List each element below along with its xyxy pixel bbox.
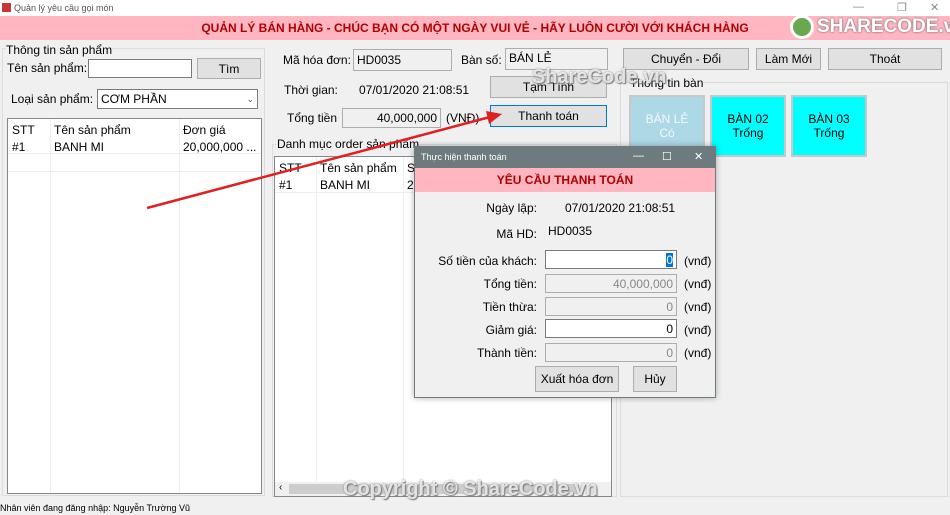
dialog-close-button[interactable]: ✕ [694,150,703,163]
dialog-header: YÊU CẦU THANH TOÁN [415,168,715,192]
customer-paid-label: Số tiền của khách: [438,254,537,268]
total-field[interactable]: 40,000,000 [545,274,677,293]
change-label: Tiền thừa: [482,300,537,314]
payment-dialog: Thực hiện thanh toán — ☐ ✕ YÊU CẦU THANH… [414,146,716,398]
invoice-code-value: HD0035 [548,224,593,238]
arrow-head [486,111,502,124]
cancel-button[interactable]: Hủy [633,366,677,392]
change-field[interactable]: 0 [545,297,677,316]
discount-label: Giảm giá: [485,323,537,337]
final-amount-label: Thành tiền: [476,346,537,360]
watermark-bottom: Copyright © ShareCode.vn [343,478,598,500]
watermark-top: ShareCode.vn [532,66,667,88]
customer-paid-value: 0 [666,252,673,267]
dialog-titlebar: Thực hiện thanh toán — ☐ ✕ [415,147,715,168]
unit-label: (vnđ) [684,277,712,291]
unit-label: (vnđ) [684,254,712,268]
unit-label: (vnđ) [684,346,712,360]
dialog-minimize-button[interactable]: — [633,150,644,162]
unit-label: (vnđ) [684,300,712,314]
total-label: Tổng tiền: [483,277,537,291]
dialog-title: Thực hiện thanh toán [421,152,507,162]
unit-label: (vnđ) [684,323,712,337]
customer-paid-input[interactable]: 0 [545,250,677,269]
discount-input[interactable]: 0 [545,319,677,338]
dialog-maximize-button[interactable]: ☐ [662,150,672,163]
invoice-code-label: Mã HD: [496,227,537,241]
final-amount-field[interactable]: 0 [545,343,677,362]
export-invoice-button[interactable]: Xuất hóa đơn [535,366,619,392]
date-label: Ngày lập: [486,201,537,215]
date-value: 07/01/2020 21:08:51 [565,201,676,215]
